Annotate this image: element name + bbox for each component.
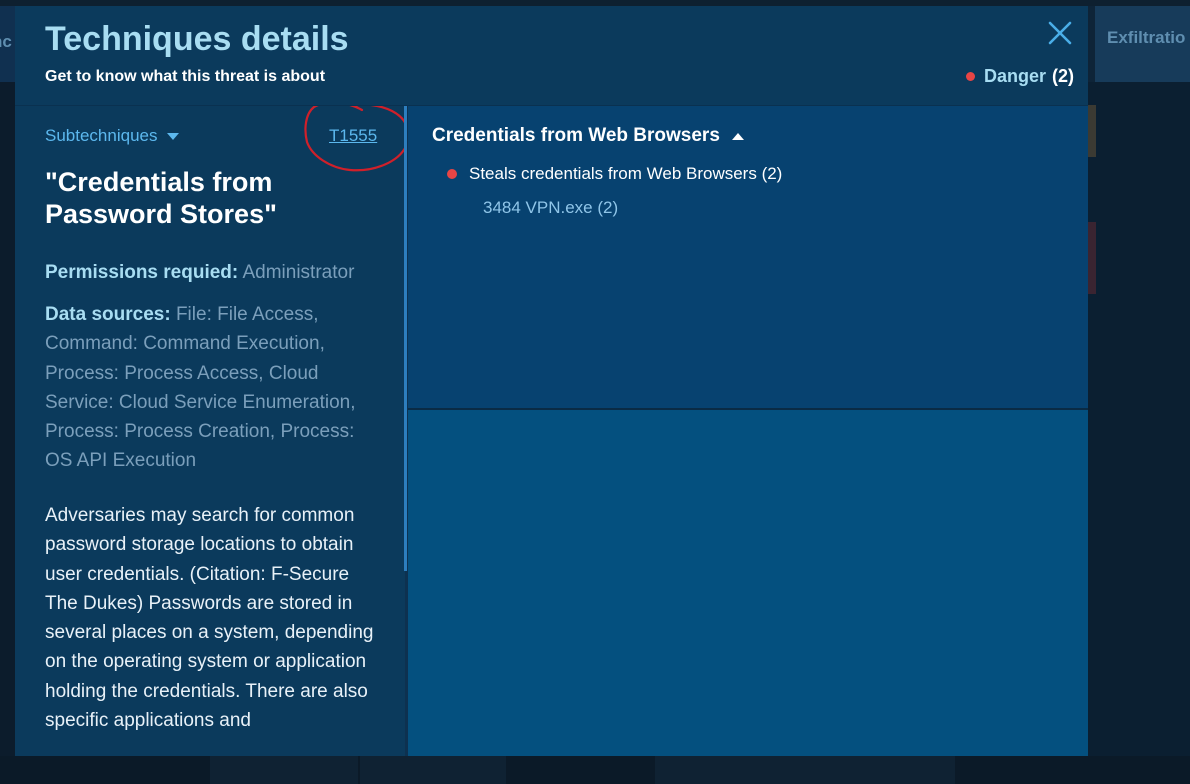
background-left-tab-label: nc xyxy=(0,32,12,51)
close-button[interactable] xyxy=(1045,18,1075,48)
technique-description: Adversaries may search for common passwo… xyxy=(45,505,374,732)
background-bottom-block xyxy=(360,756,506,784)
background-card-danger xyxy=(1088,222,1096,294)
danger-label: Danger xyxy=(983,66,1046,86)
danger-paren-close: ) xyxy=(1068,66,1074,86)
modal-subtitle: Get to know what this threat is about xyxy=(45,68,326,85)
subtechniques-dropdown[interactable]: Subtechniques xyxy=(45,126,180,146)
technique-name: "Credentials from Password Stores" xyxy=(45,167,277,229)
data-sources-value: File: File Access, Command: Command Exec… xyxy=(45,304,356,472)
danger-dot-icon xyxy=(965,72,975,81)
techniques-details-modal: Techniques details Get to know what this… xyxy=(15,6,1088,756)
data-sources-label: Data sources: xyxy=(45,304,171,325)
caret-up-icon xyxy=(731,132,744,140)
behavior-item: Steals credentials from Web Browsers (2) xyxy=(447,164,782,184)
background-right-area xyxy=(1088,82,1190,784)
permissions-label: Permissions requied: xyxy=(45,262,239,283)
background-bottom-block xyxy=(210,756,358,784)
background-left-tab: nc xyxy=(0,6,15,82)
left-panel-scrollbar[interactable] xyxy=(404,106,407,571)
background-right-strip xyxy=(1088,6,1095,82)
close-icon xyxy=(1048,21,1072,45)
background-bottom-block xyxy=(655,756,955,784)
danger-count: 2 xyxy=(1057,66,1068,86)
subtechniques-label: Subtechniques xyxy=(45,126,158,145)
background-card-warning xyxy=(1088,105,1096,157)
permissions-value: Administrator xyxy=(242,262,355,283)
danger-indicator: Danger (2) xyxy=(965,66,1074,87)
technique-info-panel: Subtechniques T1555 "Credentials from Pa… xyxy=(15,106,405,756)
details-panel-empty xyxy=(408,410,1088,756)
danger-count-wrapper: (2) xyxy=(1052,66,1074,87)
modal-header: Techniques details Get to know what this… xyxy=(15,6,1088,105)
detections-panel: Credentials from Web Browsers Steals cre… xyxy=(408,106,1088,408)
background-tab-exfiltration: Exfiltratio xyxy=(1095,6,1190,82)
detection-group-header[interactable]: Credentials from Web Browsers xyxy=(432,125,744,147)
detection-group-title: Credentials from Web Browsers xyxy=(432,125,720,146)
data-sources-row: Data sources: File: File Access, Command… xyxy=(45,300,385,476)
process-link[interactable]: 3484 VPN.exe (2) xyxy=(483,198,618,218)
behavior-label: Steals credentials from Web Browsers (2) xyxy=(469,164,783,183)
background-tab-exfiltration-label: Exfiltratio xyxy=(1107,28,1186,47)
permissions-row: Permissions requied: Administrator xyxy=(45,261,354,285)
danger-dot-icon xyxy=(447,169,457,179)
red-circle-annotation-icon xyxy=(304,106,405,172)
caret-down-icon xyxy=(167,133,180,140)
modal-title: Techniques details xyxy=(45,20,349,58)
background-bottom-strip xyxy=(0,756,1190,784)
